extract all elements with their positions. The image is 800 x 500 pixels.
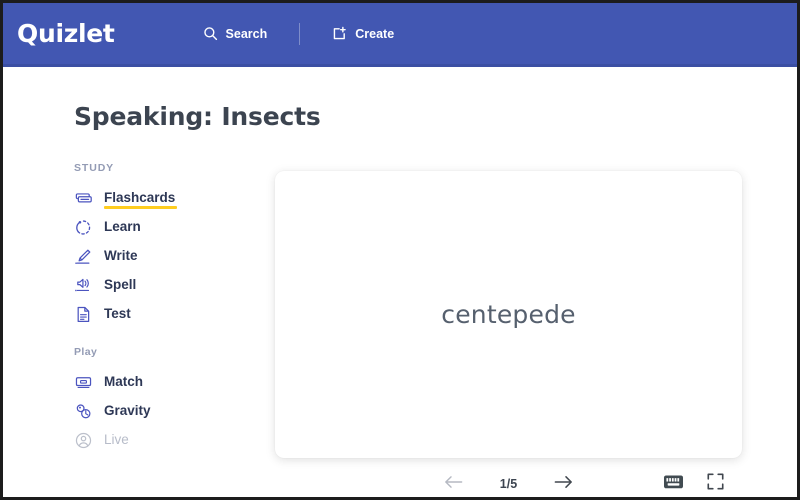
header-nav: Search Create bbox=[203, 22, 394, 45]
fullscreen-icon bbox=[706, 472, 725, 496]
study-modes-sidebar: STUDY Flashcards Learn Write Spell Test … bbox=[74, 162, 234, 455]
sidebar-item-spell-label: Spell bbox=[104, 277, 137, 292]
flashcard-term: centepede bbox=[441, 300, 576, 329]
sidebar-item-learn-label: Learn bbox=[104, 219, 141, 234]
create-icon bbox=[332, 26, 347, 41]
flashcard[interactable]: centepede bbox=[275, 171, 742, 458]
match-icon bbox=[74, 373, 93, 392]
nav-search-button[interactable]: Search bbox=[203, 26, 268, 41]
nav-divider bbox=[299, 22, 301, 45]
sidebar-item-test[interactable]: Test bbox=[74, 300, 234, 329]
sidebar-item-flashcards[interactable]: Flashcards bbox=[74, 184, 234, 213]
sidebar-item-write-label: Write bbox=[104, 248, 138, 263]
sidebar-item-live: Live bbox=[74, 426, 234, 455]
sidebar-item-test-label: Test bbox=[104, 306, 131, 321]
write-icon bbox=[74, 247, 93, 266]
search-icon bbox=[203, 26, 218, 41]
sidebar-item-flashcards-label: Flashcards bbox=[104, 190, 178, 209]
next-card-button[interactable] bbox=[546, 469, 582, 497]
sidebar-item-write[interactable]: Write bbox=[74, 242, 234, 271]
sidebar-item-live-label: Live bbox=[104, 432, 129, 447]
fullscreen-button[interactable] bbox=[706, 472, 725, 496]
flashcards-icon bbox=[74, 189, 93, 208]
test-icon bbox=[74, 305, 93, 324]
flashcard-view-controls bbox=[663, 467, 725, 497]
nav-create-button[interactable]: Create bbox=[332, 26, 394, 41]
quizlet-page: Quizlet Search Create Speaking: Insects … bbox=[3, 3, 797, 497]
keyboard-icon bbox=[663, 474, 684, 495]
sidebar-item-gravity[interactable]: Gravity bbox=[74, 397, 234, 426]
arrow-right-icon bbox=[553, 473, 574, 496]
sidebar-item-match[interactable]: Match bbox=[74, 368, 234, 397]
sidebar-section-study-label: STUDY bbox=[74, 162, 115, 174]
screenshot-frame: Quizlet Search Create Speaking: Insects … bbox=[0, 0, 800, 500]
spell-icon bbox=[74, 276, 93, 295]
sidebar-section-play-label: Play bbox=[74, 346, 98, 358]
page-title: Speaking: Insects bbox=[74, 102, 321, 131]
main-content: Speaking: Insects STUDY Flashcards Learn… bbox=[3, 67, 797, 494]
sidebar-item-spell[interactable]: Spell bbox=[74, 271, 234, 300]
sidebar-item-match-label: Match bbox=[104, 374, 144, 389]
nav-search-label: Search bbox=[225, 26, 268, 41]
gravity-icon bbox=[74, 402, 93, 421]
previous-card-button[interactable] bbox=[436, 469, 472, 497]
learn-icon bbox=[74, 218, 93, 237]
site-header: Quizlet Search Create bbox=[3, 3, 797, 67]
keyboard-shortcuts-button[interactable] bbox=[663, 474, 684, 495]
sidebar-item-learn[interactable]: Learn bbox=[74, 213, 234, 242]
card-counter: 1/5 bbox=[499, 477, 518, 491]
sidebar-item-gravity-label: Gravity bbox=[104, 403, 151, 418]
arrow-left-icon bbox=[443, 473, 464, 496]
nav-create-label: Create bbox=[355, 26, 395, 41]
live-icon bbox=[74, 431, 93, 450]
quizlet-logo[interactable]: Quizlet bbox=[17, 19, 115, 48]
